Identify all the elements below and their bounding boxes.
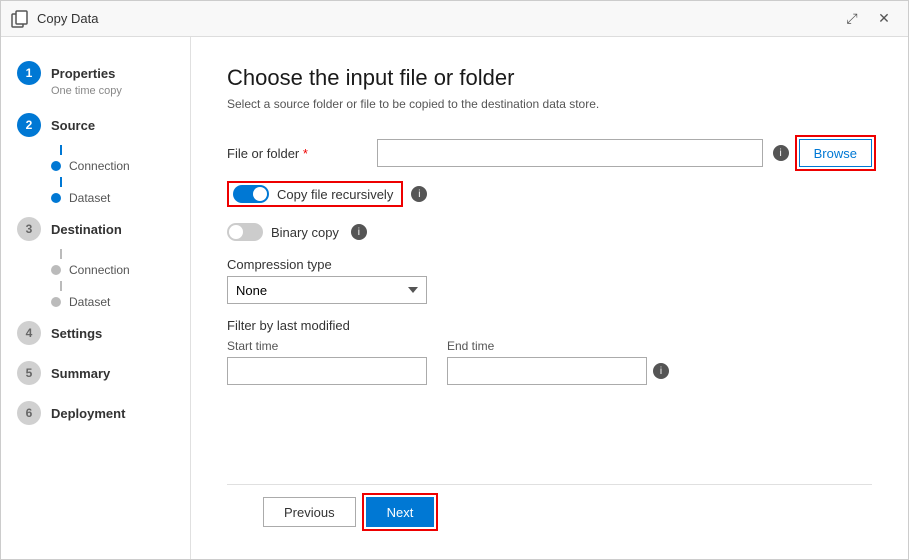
footer: Previous Next — [227, 484, 872, 539]
right-panel: Choose the input file or folder Select a… — [191, 37, 908, 559]
end-time-info: i — [653, 363, 669, 379]
copy-recursive-toggle[interactable] — [233, 185, 269, 203]
sidebar-item-summary[interactable]: 5 Summary — [1, 353, 190, 393]
step1-circle: 1 — [17, 61, 41, 85]
start-time-label: Start time — [227, 339, 427, 353]
step3-item[interactable]: 3 Destination — [1, 209, 190, 249]
sidebar: 1 Properties One time copy 2 Source Conn… — [1, 37, 191, 559]
dest-dataset-item[interactable]: Dataset — [1, 291, 190, 313]
end-time-label: End time — [447, 339, 669, 353]
required-star: * — [299, 146, 308, 161]
binary-copy-toggle[interactable] — [227, 223, 263, 241]
source-connection-label: Connection — [69, 159, 130, 173]
titlebar-controls: ⤢ ✕ — [838, 7, 898, 31]
step6-header: 6 Deployment — [17, 401, 174, 425]
end-time-input-row: i — [447, 357, 669, 385]
connector-1 — [60, 145, 62, 155]
copy-recursive-thumb — [253, 187, 267, 201]
source-dataset-item[interactable]: Dataset — [1, 187, 190, 209]
dest-connection-label: Connection — [69, 263, 130, 277]
end-time-group: End time i — [447, 339, 669, 385]
previous-button[interactable]: Previous — [263, 497, 356, 527]
browse-button[interactable]: Browse — [799, 139, 872, 167]
source-dataset-label: Dataset — [69, 191, 110, 205]
filter-section: Filter by last modified Start time End t… — [227, 318, 872, 385]
step2-circle: 2 — [17, 113, 41, 137]
compression-type-label: Compression type — [227, 257, 872, 272]
dest-dataset-label: Dataset — [69, 295, 110, 309]
connector-3 — [60, 249, 62, 259]
filter-inputs: Start time End time i — [227, 339, 872, 385]
expand-button[interactable]: ⤢ — [838, 7, 866, 31]
step5-circle: 5 — [17, 361, 41, 385]
step1-sublabel: One time copy — [51, 85, 174, 97]
step1-header: 1 Properties — [17, 61, 174, 85]
source-connection-item[interactable]: Connection — [1, 155, 190, 177]
file-folder-row: File or folder * i Browse — [227, 139, 872, 167]
copy-recursive-container: Copy file recursively — [227, 181, 403, 207]
copy-recursive-row: Copy file recursively i — [227, 181, 872, 207]
close-button[interactable]: ✕ — [870, 7, 898, 31]
file-folder-input[interactable] — [377, 139, 763, 167]
connector-4 — [60, 281, 62, 291]
filter-label: Filter by last modified — [227, 318, 872, 333]
file-folder-label: File or folder * — [227, 146, 367, 161]
end-time-input[interactable] — [447, 357, 647, 385]
dest-connection-item[interactable]: Connection — [1, 259, 190, 281]
copy-recursive-info: i — [411, 186, 427, 202]
dest-connection-dot — [51, 265, 61, 275]
step5-header: 5 Summary — [17, 361, 174, 385]
connector-2 — [60, 177, 62, 187]
file-folder-info-dot: i — [773, 145, 789, 161]
source-connection-dot — [51, 161, 61, 171]
step2-label: Source — [51, 118, 95, 133]
step1-label: Properties — [51, 66, 115, 81]
step6-label: Deployment — [51, 406, 125, 421]
binary-copy-row: Binary copy i — [227, 221, 872, 243]
binary-copy-thumb — [229, 225, 243, 239]
start-time-group: Start time — [227, 339, 427, 385]
source-dataset-dot — [51, 193, 61, 203]
step4-label: Settings — [51, 326, 102, 341]
step3-circle: 3 — [17, 217, 41, 241]
copy-data-icon — [11, 10, 29, 28]
sidebar-item-source[interactable]: 2 Source Connection Dataset — [1, 105, 190, 209]
step2-header: 2 Source — [17, 113, 174, 137]
sidebar-item-deployment[interactable]: 6 Deployment — [1, 393, 190, 433]
compression-type-select[interactable]: None GZip BZip2 Deflate — [227, 276, 427, 304]
panel-subtitle: Select a source folder or file to be cop… — [227, 97, 872, 111]
form-area: File or folder * i Browse Copy file recu… — [227, 139, 872, 484]
step3-header: 3 Destination — [17, 217, 174, 241]
dest-dataset-dot — [51, 297, 61, 307]
step4-header: 4 Settings — [17, 321, 174, 345]
binary-copy-label: Binary copy — [271, 225, 339, 240]
step5-label: Summary — [51, 366, 110, 381]
step2-item[interactable]: 2 Source — [1, 105, 190, 145]
next-button[interactable]: Next — [366, 497, 435, 527]
step6-circle: 6 — [17, 401, 41, 425]
panel-title: Choose the input file or folder — [227, 65, 872, 91]
start-time-input[interactable] — [227, 357, 427, 385]
copy-recursive-label: Copy file recursively — [277, 187, 393, 202]
main-content: 1 Properties One time copy 2 Source Conn… — [1, 37, 908, 559]
sidebar-item-properties[interactable]: 1 Properties One time copy — [1, 53, 190, 105]
window-title: Copy Data — [37, 11, 98, 26]
sidebar-item-settings[interactable]: 4 Settings — [1, 313, 190, 353]
binary-copy-info: i — [351, 224, 367, 240]
compression-type-row: Compression type None GZip BZip2 Deflate — [227, 257, 872, 304]
titlebar-left: Copy Data — [11, 10, 98, 28]
step4-circle: 4 — [17, 321, 41, 345]
copy-data-window: Copy Data ⤢ ✕ 1 Properties One time copy — [0, 0, 909, 560]
sidebar-item-destination[interactable]: 3 Destination Connection Dataset — [1, 209, 190, 313]
step3-label: Destination — [51, 222, 122, 237]
titlebar: Copy Data ⤢ ✕ — [1, 1, 908, 37]
